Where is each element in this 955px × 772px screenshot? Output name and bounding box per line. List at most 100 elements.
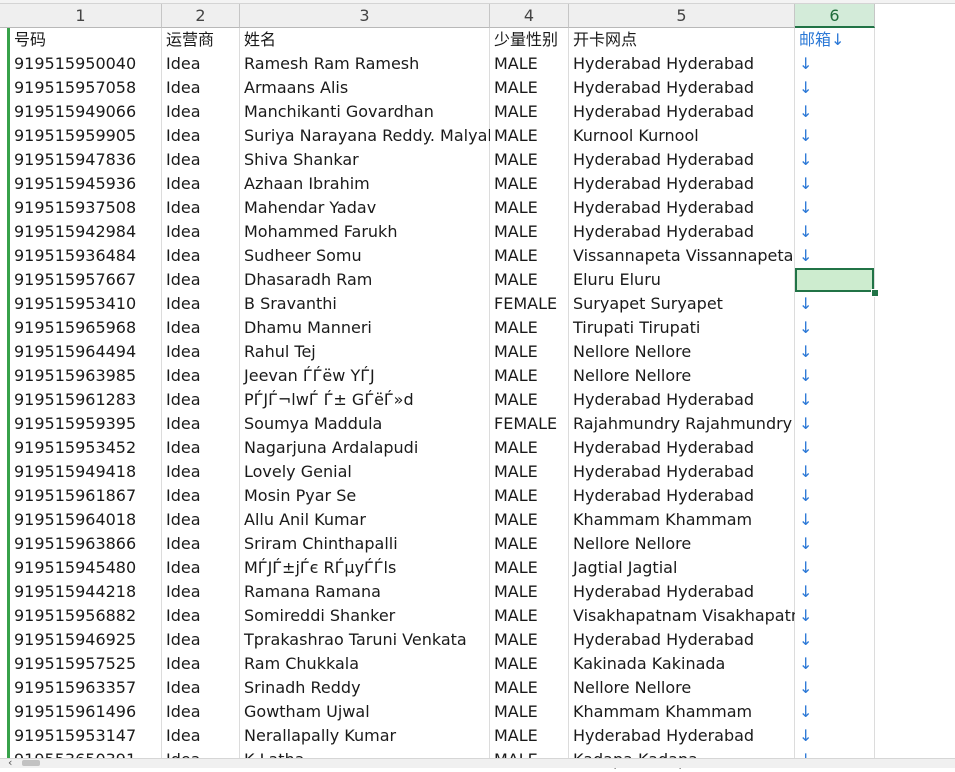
cell-carrier[interactable]: Idea [162,364,240,388]
cell-gender[interactable]: MALE [490,316,569,340]
cell-name[interactable]: PЃЈЃ¬lwЃ Ѓ± GЃёЃ»d [240,388,490,412]
cell-outlet[interactable]: Hyderabad Hyderabad [569,220,795,244]
cell-number[interactable]: 919515965968 [10,316,162,340]
cell-name[interactable]: Dhasaradh Ram [240,268,490,292]
cell-name[interactable]: Rahul Tej [240,340,490,364]
cell-outlet[interactable]: Hyderabad Hyderabad [569,436,795,460]
cell-name[interactable]: Mosin Pyar Se [240,484,490,508]
cell-outlet[interactable]: Hyderabad Hyderabad [569,76,795,100]
cell-name[interactable]: Jeevan ЃЃёw YЃЈ [240,364,490,388]
cell-gender[interactable]: MALE [490,364,569,388]
cell-outlet[interactable]: Jagtial Jagtial [569,556,795,580]
cell-mailbox[interactable]: ↓ [795,244,875,268]
cell-gender[interactable]: MALE [490,340,569,364]
cell-carrier[interactable]: Idea [162,676,240,700]
cell-name[interactable]: Dhamu Manneri [240,316,490,340]
cell-gender[interactable]: MALE [490,532,569,556]
cell-carrier[interactable]: Idea [162,100,240,124]
cell-carrier[interactable]: Idea [162,196,240,220]
cell-carrier[interactable]: Idea [162,268,240,292]
cell-number[interactable]: 919515936484 [10,244,162,268]
cell-number[interactable]: 919515964494 [10,340,162,364]
cell-name[interactable]: Armaans Alis [240,76,490,100]
cell-carrier[interactable]: Idea [162,628,240,652]
cell-number[interactable]: 919515945480 [10,556,162,580]
cell-name[interactable]: B Sravanthi [240,292,490,316]
cell-mailbox[interactable]: ↓ [795,412,875,436]
cell-carrier[interactable]: Idea [162,484,240,508]
cell-mailbox[interactable]: ↓ [795,676,875,700]
cell-mailbox[interactable]: ↓ [795,388,875,412]
cell-gender[interactable]: MALE [490,388,569,412]
cell-mailbox[interactable]: ↓ [795,172,875,196]
cell-carrier[interactable]: Idea [162,292,240,316]
cell-gender[interactable]: MALE [490,52,569,76]
cell-carrier[interactable]: Idea [162,508,240,532]
cell-mailbox[interactable]: ↓ [795,292,875,316]
cell-carrier[interactable]: Idea [162,532,240,556]
cell-name[interactable]: Ram Chukkala [240,652,490,676]
cell-name[interactable]: Gowtham Ujwal [240,700,490,724]
cell-mailbox[interactable]: ↓ [795,316,875,340]
column-header-3[interactable]: 3 [240,4,490,28]
cell-name[interactable]: Shiva Shankar [240,148,490,172]
cell-mailbox[interactable]: ↓ [795,76,875,100]
cell-mailbox[interactable]: ↓ [795,628,875,652]
cell-mailbox[interactable]: ↓ [795,196,875,220]
cell-number[interactable]: 919515957667 [10,268,162,292]
cell-carrier[interactable]: Idea [162,316,240,340]
cell-name[interactable]: Ramana Ramana [240,580,490,604]
cell-outlet[interactable]: Hyderabad Hyderabad [569,484,795,508]
cell-gender[interactable]: MALE [490,76,569,100]
cell-name[interactable]: Sriram Chinthapalli [240,532,490,556]
cell-gender[interactable]: MALE [490,124,569,148]
cell-carrier[interactable]: Idea [162,244,240,268]
cell-gender[interactable]: MALE [490,148,569,172]
cell-outlet[interactable]: Hyderabad Hyderabad [569,460,795,484]
cell-outlet[interactable]: Hyderabad Hyderabad [569,388,795,412]
cell-mailbox[interactable]: ↓ [795,652,875,676]
cell-outlet[interactable]: Hyderabad Hyderabad [569,628,795,652]
cell-carrier[interactable]: Idea [162,340,240,364]
cell-gender[interactable]: MALE [490,460,569,484]
cell-gender[interactable]: MALE [490,700,569,724]
cell-outlet[interactable]: Hyderabad Hyderabad [569,52,795,76]
cell-mailbox[interactable]: ↓ [795,508,875,532]
cell-mailbox[interactable]: ↓ [795,580,875,604]
cell-name[interactable]: Nagarjuna Ardalapudi [240,436,490,460]
cell-outlet[interactable]: Vissannapeta Vissannapeta [569,244,795,268]
cell-gender[interactable]: MALE [490,676,569,700]
cell-gender[interactable]: MALE [490,556,569,580]
fill-handle[interactable] [871,289,879,297]
cell-gender[interactable]: MALE [490,196,569,220]
cell-carrier[interactable]: Idea [162,412,240,436]
cell-gender[interactable]: MALE [490,628,569,652]
active-cell-highlight[interactable] [795,268,874,292]
header-cell-gender[interactable]: 少量性别 [490,28,569,52]
cell-number[interactable]: 919515947836 [10,148,162,172]
cell-gender[interactable]: MALE [490,724,569,748]
cell-mailbox[interactable]: ↓ [795,148,875,172]
cell-carrier[interactable]: Idea [162,604,240,628]
cell-name[interactable]: Manchikanti Govardhan [240,100,490,124]
cell-gender[interactable]: MALE [490,508,569,532]
cell-mailbox[interactable]: ↓ [795,724,875,748]
cell-carrier[interactable]: Idea [162,556,240,580]
cell-number[interactable]: 919515963985 [10,364,162,388]
cell-name[interactable]: Mohammed Farukh [240,220,490,244]
cell-carrier[interactable]: Idea [162,724,240,748]
cell-gender[interactable]: MALE [490,268,569,292]
cell-outlet[interactable]: Hyderabad Hyderabad [569,148,795,172]
cell-mailbox[interactable]: ↓ [795,556,875,580]
header-cell-name[interactable]: 姓名 [240,28,490,52]
chevron-left-icon[interactable]: ‹ [8,756,12,769]
cell-number[interactable]: 919515957058 [10,76,162,100]
cell-gender[interactable]: FEMALE [490,412,569,436]
cell-gender[interactable]: MALE [490,652,569,676]
cell-number[interactable]: 919515949418 [10,460,162,484]
cell-name[interactable]: Suriya Narayana Reddy. Malyala [240,124,490,148]
cell-outlet[interactable]: Nellore Nellore [569,532,795,556]
cell-number[interactable]: 919515950040 [10,52,162,76]
cell-number[interactable]: 919515953147 [10,724,162,748]
cell-mailbox[interactable]: ↓ [795,364,875,388]
